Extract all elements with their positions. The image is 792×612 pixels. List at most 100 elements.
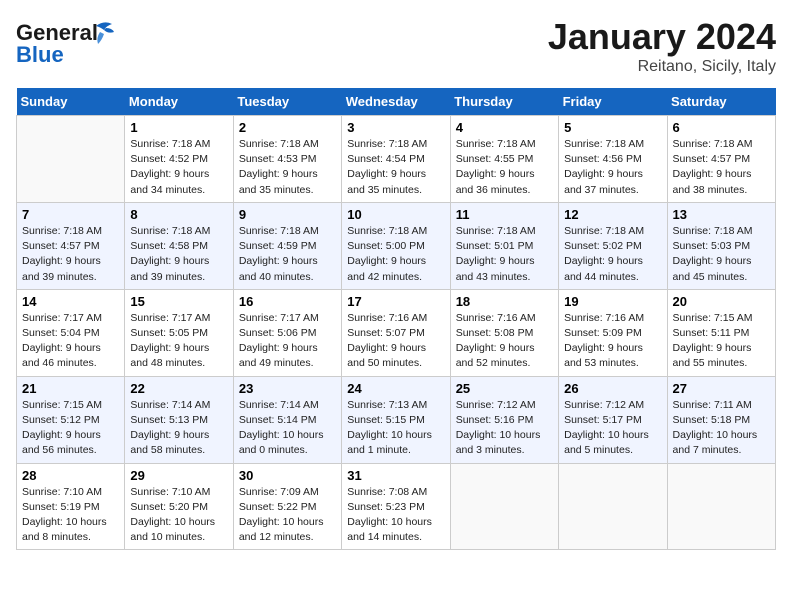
day-number: 3 [347, 120, 444, 135]
day-number: 10 [347, 207, 444, 222]
weekday-header-friday: Friday [559, 88, 667, 116]
day-info: Sunrise: 7:10 AMSunset: 5:20 PMDaylight:… [130, 485, 227, 546]
day-number: 9 [239, 207, 336, 222]
day-number: 12 [564, 207, 661, 222]
weekday-header-thursday: Thursday [450, 88, 558, 116]
logo: General Blue [16, 16, 126, 73]
page-header: General Blue January 2024 Reitano, Sicil… [16, 16, 776, 76]
calendar-cell: 7 Sunrise: 7:18 AMSunset: 4:57 PMDaylight… [17, 202, 125, 289]
page-container: General Blue January 2024 Reitano, Sicil… [0, 0, 792, 558]
weekday-header-row: SundayMondayTuesdayWednesdayThursdayFrid… [17, 88, 776, 116]
day-info: Sunrise: 7:15 AMSunset: 5:11 PMDaylight:… [673, 311, 770, 372]
day-number: 20 [673, 294, 770, 309]
day-info: Sunrise: 7:12 AMSunset: 5:17 PMDaylight:… [564, 398, 661, 459]
calendar-cell: 20 Sunrise: 7:15 AMSunset: 5:11 PMDayligh… [667, 289, 775, 376]
day-info: Sunrise: 7:18 AMSunset: 4:57 PMDaylight:… [22, 224, 119, 285]
calendar-table: SundayMondayTuesdayWednesdayThursdayFrid… [16, 88, 776, 550]
day-info: Sunrise: 7:18 AMSunset: 4:55 PMDaylight:… [456, 137, 553, 198]
day-number: 15 [130, 294, 227, 309]
calendar-cell: 19Sunrise: 7:16 AMSunset: 5:09 PMDayligh… [559, 289, 667, 376]
day-number: 22 [130, 381, 227, 396]
weekday-header-saturday: Saturday [667, 88, 775, 116]
day-info: Sunrise: 7:18 AMSunset: 4:52 PMDaylight:… [130, 137, 227, 198]
calendar-cell: 1Sunrise: 7:18 AMSunset: 4:52 PMDaylight… [125, 116, 233, 203]
day-number: 11 [456, 207, 553, 222]
calendar-cell: 5Sunrise: 7:18 AMSunset: 4:56 PMDaylight… [559, 116, 667, 203]
calendar-cell: 11 Sunrise: 7:18 AMSunset: 5:01 PMDayligh… [450, 202, 558, 289]
calendar-cell: 16Sunrise: 7:17 AMSunset: 5:06 PMDayligh… [233, 289, 341, 376]
logo-text: General Blue [16, 16, 126, 73]
day-info: Sunrise: 7:18 AMSunset: 4:57 PMDaylight:… [673, 137, 770, 198]
day-info: Sunrise: 7:18 AMSunset: 4:58 PMDaylight:… [130, 224, 227, 285]
calendar-cell: 29Sunrise: 7:10 AMSunset: 5:20 PMDayligh… [125, 463, 233, 550]
calendar-cell: 6 Sunrise: 7:18 AMSunset: 4:57 PMDaylight… [667, 116, 775, 203]
calendar-cell: 21 Sunrise: 7:15 AMSunset: 5:12 PMDayligh… [17, 376, 125, 463]
location: Reitano, Sicily, Italy [548, 58, 776, 76]
day-info: Sunrise: 7:17 AMSunset: 5:04 PMDaylight:… [22, 311, 119, 372]
calendar-cell [450, 463, 558, 550]
day-info: Sunrise: 7:10 AMSunset: 5:19 PMDaylight:… [22, 485, 119, 546]
weekday-header-sunday: Sunday [17, 88, 125, 116]
calendar-cell [559, 463, 667, 550]
day-info: Sunrise: 7:17 AMSunset: 5:06 PMDaylight:… [239, 311, 336, 372]
day-info: Sunrise: 7:12 AMSunset: 5:16 PMDaylight:… [456, 398, 553, 459]
calendar-week-4: 21 Sunrise: 7:15 AMSunset: 5:12 PMDayligh… [17, 376, 776, 463]
day-number: 28 [22, 468, 119, 483]
calendar-cell: 4Sunrise: 7:18 AMSunset: 4:55 PMDaylight… [450, 116, 558, 203]
day-info: Sunrise: 7:14 AMSunset: 5:14 PMDaylight:… [239, 398, 336, 459]
svg-text:Blue: Blue [16, 42, 64, 67]
day-info: Sunrise: 7:13 AMSunset: 5:15 PMDaylight:… [347, 398, 444, 459]
day-number: 14 [22, 294, 119, 309]
day-info: Sunrise: 7:18 AMSunset: 5:01 PMDaylight:… [456, 224, 553, 285]
day-number: 21 [22, 381, 119, 396]
calendar-cell: 14 Sunrise: 7:17 AMSunset: 5:04 PMDayligh… [17, 289, 125, 376]
weekday-header-monday: Monday [125, 88, 233, 116]
day-info: Sunrise: 7:18 AMSunset: 4:59 PMDaylight:… [239, 224, 336, 285]
day-number: 25 [456, 381, 553, 396]
day-info: Sunrise: 7:18 AMSunset: 4:54 PMDaylight:… [347, 137, 444, 198]
calendar-cell: 26 Sunrise: 7:12 AMSunset: 5:17 PMDayligh… [559, 376, 667, 463]
day-number: 2 [239, 120, 336, 135]
calendar-cell: 9 Sunrise: 7:18 AMSunset: 4:59 PMDaylight… [233, 202, 341, 289]
calendar-cell: 15 Sunrise: 7:17 AMSunset: 5:05 PMDayligh… [125, 289, 233, 376]
day-number: 26 [564, 381, 661, 396]
calendar-cell: 30 Sunrise: 7:09 AMSunset: 5:22 PMDayligh… [233, 463, 341, 550]
day-number: 30 [239, 468, 336, 483]
calendar-cell: 17Sunrise: 7:16 AMSunset: 5:07 PMDayligh… [342, 289, 450, 376]
day-number: 8 [130, 207, 227, 222]
calendar-week-5: 28 Sunrise: 7:10 AMSunset: 5:19 PMDayligh… [17, 463, 776, 550]
weekday-header-tuesday: Tuesday [233, 88, 341, 116]
calendar-cell: 22 Sunrise: 7:14 AMSunset: 5:13 PMDayligh… [125, 376, 233, 463]
weekday-header-wednesday: Wednesday [342, 88, 450, 116]
day-number: 24 [347, 381, 444, 396]
day-info: Sunrise: 7:18 AMSunset: 5:00 PMDaylight:… [347, 224, 444, 285]
calendar-week-3: 14 Sunrise: 7:17 AMSunset: 5:04 PMDayligh… [17, 289, 776, 376]
calendar-cell: 31Sunrise: 7:08 AMSunset: 5:23 PMDayligh… [342, 463, 450, 550]
calendar-week-1: 1Sunrise: 7:18 AMSunset: 4:52 PMDaylight… [17, 116, 776, 203]
calendar-cell: 27 Sunrise: 7:11 AMSunset: 5:18 PMDayligh… [667, 376, 775, 463]
day-info: Sunrise: 7:15 AMSunset: 5:12 PMDaylight:… [22, 398, 119, 459]
calendar-cell: 24 Sunrise: 7:13 AMSunset: 5:15 PMDayligh… [342, 376, 450, 463]
day-info: Sunrise: 7:14 AMSunset: 5:13 PMDaylight:… [130, 398, 227, 459]
day-number: 23 [239, 381, 336, 396]
calendar-cell [17, 116, 125, 203]
day-number: 6 [673, 120, 770, 135]
calendar-week-2: 7 Sunrise: 7:18 AMSunset: 4:57 PMDaylight… [17, 202, 776, 289]
calendar-cell: 2Sunrise: 7:18 AMSunset: 4:53 PMDaylight… [233, 116, 341, 203]
day-info: Sunrise: 7:11 AMSunset: 5:18 PMDaylight:… [673, 398, 770, 459]
day-number: 19 [564, 294, 661, 309]
day-number: 31 [347, 468, 444, 483]
day-number: 27 [673, 381, 770, 396]
calendar-cell: 13Sunrise: 7:18 AMSunset: 5:03 PMDayligh… [667, 202, 775, 289]
day-info: Sunrise: 7:18 AMSunset: 4:56 PMDaylight:… [564, 137, 661, 198]
calendar-cell: 12Sunrise: 7:18 AMSunset: 5:02 PMDayligh… [559, 202, 667, 289]
day-info: Sunrise: 7:09 AMSunset: 5:22 PMDaylight:… [239, 485, 336, 546]
title-block: January 2024 Reitano, Sicily, Italy [548, 16, 776, 76]
day-info: Sunrise: 7:17 AMSunset: 5:05 PMDaylight:… [130, 311, 227, 372]
day-info: Sunrise: 7:16 AMSunset: 5:08 PMDaylight:… [456, 311, 553, 372]
calendar-cell: 3 Sunrise: 7:18 AMSunset: 4:54 PMDaylight… [342, 116, 450, 203]
calendar-cell: 25 Sunrise: 7:12 AMSunset: 5:16 PMDayligh… [450, 376, 558, 463]
month-title: January 2024 [548, 16, 776, 58]
day-number: 7 [22, 207, 119, 222]
day-number: 17 [347, 294, 444, 309]
